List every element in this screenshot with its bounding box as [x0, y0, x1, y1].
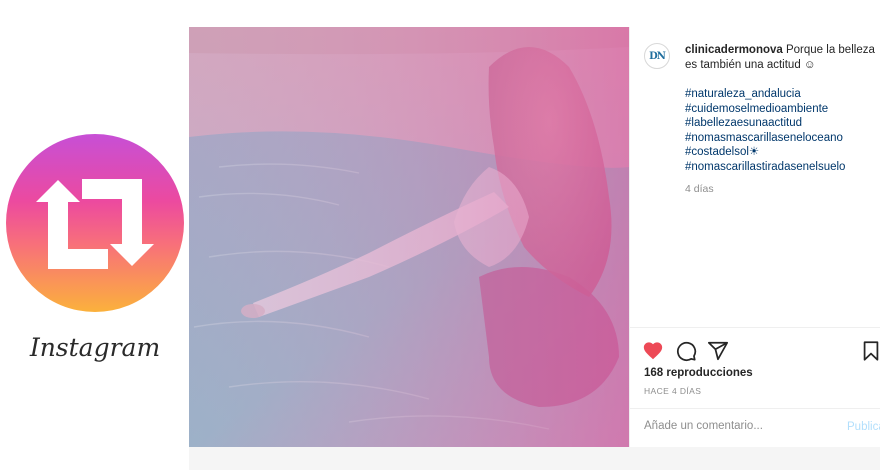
publish-button[interactable]: Publicar	[847, 421, 880, 433]
post-caption: clinicadermonova Porque la belleza es ta…	[685, 43, 875, 72]
post-date: HACE 4 DÍAS	[644, 386, 702, 396]
hashtag-link[interactable]: #nomascarillastiradasenelsuelo	[685, 160, 880, 175]
like-heart-icon[interactable]	[642, 340, 664, 362]
repost-icon	[6, 134, 184, 312]
comment-input[interactable]	[644, 420, 824, 432]
repost-badge: Instagram	[0, 0, 189, 470]
hashtag-link[interactable]: #costadelsol☀	[685, 145, 880, 160]
comment-icon[interactable]	[675, 340, 697, 362]
hashtag-link[interactable]: #naturaleza_andalucia	[685, 87, 880, 102]
page-background	[189, 447, 880, 470]
hashtag-list: #naturaleza_andalucia #cuidemoselmedioam…	[685, 87, 880, 175]
instagram-wordmark: Instagram	[12, 328, 178, 368]
username-link[interactable]: clinicadermonova	[685, 44, 783, 56]
view-count[interactable]: 168 reproducciones	[644, 367, 753, 379]
avatar[interactable]: DN	[644, 43, 670, 69]
hashtag-link[interactable]: #labellezaesunaactitud	[685, 116, 880, 131]
caption-timestamp: 4 días	[685, 183, 714, 195]
post-video[interactable]	[189, 27, 629, 447]
hashtag-link[interactable]: #cuidemoselmedioambiente	[685, 102, 880, 117]
hashtag-link[interactable]: #nomasmascarillaseneloceano	[685, 131, 880, 146]
post-sidebar: DN clinicadermonova Porque la belleza es…	[629, 27, 880, 447]
bookmark-icon[interactable]	[860, 340, 880, 362]
post-actions: 168 reproducciones HACE 4 DÍAS Publicar	[630, 327, 880, 447]
share-icon[interactable]	[707, 340, 729, 362]
comment-bar: Publicar	[630, 408, 880, 448]
instagram-post: DN clinicadermonova Porque la belleza es…	[189, 0, 880, 470]
